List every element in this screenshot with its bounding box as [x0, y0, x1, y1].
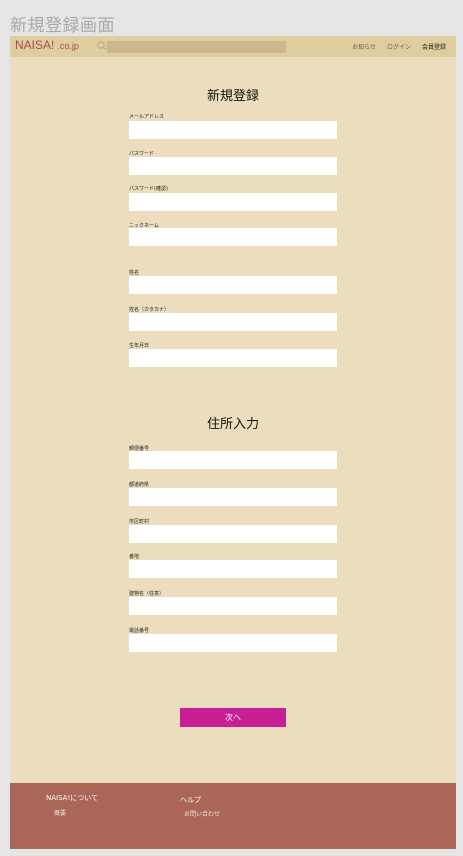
password-field[interactable] [129, 157, 337, 175]
name-label: 姓名 [129, 270, 140, 276]
postal-code-field[interactable] [129, 451, 337, 469]
name-field[interactable] [129, 276, 337, 294]
header: NAISA! .co.jp お知らせ ログイン 会員登録 [10, 36, 456, 57]
next-button[interactable]: 次へ [180, 708, 286, 727]
street-label: 番地 [129, 554, 140, 560]
footer: NAISA!について 概要 ヘルプ お問い合わせ [10, 783, 456, 849]
footer-about-link[interactable]: 概要 [54, 808, 66, 817]
page-label: 新規登録画面 [10, 16, 115, 36]
building-field[interactable] [129, 597, 337, 615]
prefecture-label: 都道府県 [129, 482, 150, 488]
logo-text: NAISA! [15, 38, 55, 52]
password-confirm-label: パスワード(確認) [129, 186, 168, 192]
prefecture-field[interactable] [129, 488, 337, 506]
nav-login[interactable]: ログイン [387, 42, 411, 51]
email-field[interactable] [129, 121, 337, 139]
password-confirm-field[interactable] [129, 193, 337, 211]
logo-domain: .co.jp [57, 41, 79, 51]
phone-field[interactable] [129, 634, 337, 652]
address-title: 住所入力 [206, 417, 259, 432]
phone-label: 電話番号 [129, 628, 150, 634]
nav-news[interactable]: お知らせ [352, 42, 376, 51]
footer-contact-link[interactable]: お問い合わせ [184, 809, 220, 818]
city-field[interactable] [129, 525, 337, 543]
registration-title: 新規登録 [206, 89, 259, 104]
header-nav: お知らせ ログイン 会員登録 [352, 42, 446, 51]
name-kana-label: 姓名（カタカナ） [129, 307, 170, 313]
birthdate-field[interactable] [129, 349, 337, 367]
name-kana-field[interactable] [129, 313, 337, 331]
building-label: 建物名（任意） [129, 591, 165, 597]
footer-help-title: ヘルプ [180, 796, 201, 804]
footer-about-title: NAISA!について [46, 794, 99, 802]
nickname-field[interactable] [129, 228, 337, 246]
password-label: パスワード [129, 151, 155, 157]
logo[interactable]: NAISA! .co.jp [15, 38, 79, 52]
birthdate-label: 生年月日 [129, 343, 150, 349]
city-label: 市区町村 [129, 519, 150, 525]
search-input[interactable] [107, 41, 286, 53]
page-frame: NAISA! .co.jp お知らせ ログイン 会員登録 新規登録 メールアドレス… [10, 36, 456, 849]
email-label: メールアドレス [129, 114, 165, 120]
street-field[interactable] [129, 560, 337, 578]
nav-register[interactable]: 会員登録 [422, 42, 446, 51]
